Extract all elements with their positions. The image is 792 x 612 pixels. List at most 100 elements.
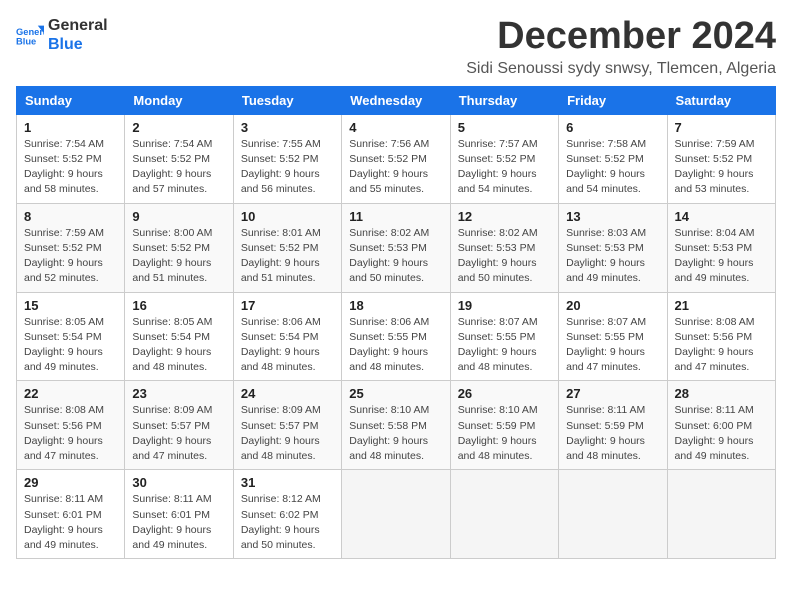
logo-line1: General	[48, 16, 108, 35]
day-cell	[450, 470, 558, 559]
logo: General Blue General Blue	[16, 16, 108, 54]
day-cell: 13Sunrise: 8:03 AMSunset: 5:53 PMDayligh…	[559, 203, 667, 292]
day-number: 11	[349, 209, 442, 224]
day-info: Sunrise: 8:09 AMSunset: 5:57 PMDaylight:…	[132, 403, 225, 464]
day-info: Sunrise: 8:07 AMSunset: 5:55 PMDaylight:…	[458, 315, 551, 376]
day-number: 19	[458, 298, 551, 313]
day-cell: 3Sunrise: 7:55 AMSunset: 5:52 PMDaylight…	[233, 114, 341, 203]
day-cell: 18Sunrise: 8:06 AMSunset: 5:55 PMDayligh…	[342, 292, 450, 381]
day-info: Sunrise: 7:59 AMSunset: 5:52 PMDaylight:…	[675, 137, 768, 198]
day-cell: 21 Sunrise: 8:08 AMSunset: 5:56 PMDayligh…	[667, 292, 775, 381]
day-cell: 12 Sunrise: 8:02 AMSunset: 5:53 PMDayligh…	[450, 203, 558, 292]
day-info: Sunrise: 8:07 AMSunset: 5:55 PMDaylight:…	[566, 315, 659, 376]
day-info: Sunrise: 8:01 AMSunset: 5:52 PMDaylight:…	[241, 226, 334, 287]
day-number: 4	[349, 120, 442, 135]
day-cell: 10 Sunrise: 8:01 AMSunset: 5:52 PMDayligh…	[233, 203, 341, 292]
day-cell: 8Sunrise: 7:59 AMSunset: 5:52 PMDaylight…	[17, 203, 125, 292]
day-cell: 5Sunrise: 7:57 AMSunset: 5:52 PMDaylight…	[450, 114, 558, 203]
day-info: Sunrise: 8:11 AMSunset: 5:59 PMDaylight:…	[566, 403, 659, 464]
day-cell: 11 Sunrise: 8:02 AMSunset: 5:53 PMDayligh…	[342, 203, 450, 292]
day-number: 25	[349, 386, 442, 401]
day-number: 29	[24, 475, 117, 490]
day-number: 2	[132, 120, 225, 135]
week-row-1: 1 Sunrise: 7:54 AMSunset: 5:52 PMDaylight…	[17, 114, 776, 203]
day-number: 17	[241, 298, 334, 313]
day-info: Sunrise: 8:06 AMSunset: 5:55 PMDaylight:…	[349, 315, 442, 376]
day-number: 23	[132, 386, 225, 401]
day-number: 1	[24, 120, 117, 135]
week-row-3: 15Sunrise: 8:05 AMSunset: 5:54 PMDayligh…	[17, 292, 776, 381]
day-number: 28	[675, 386, 768, 401]
day-cell: 25Sunrise: 8:10 AMSunset: 5:58 PMDayligh…	[342, 381, 450, 470]
day-cell: 16 Sunrise: 8:05 AMSunset: 5:54 PMDayligh…	[125, 292, 233, 381]
logo-icon: General Blue	[16, 21, 44, 49]
day-info: Sunrise: 8:12 AMSunset: 6:02 PMDaylight:…	[241, 492, 334, 553]
day-number: 22	[24, 386, 117, 401]
logo-line2: Blue	[48, 35, 108, 54]
day-number: 24	[241, 386, 334, 401]
day-info: Sunrise: 8:02 AMSunset: 5:53 PMDaylight:…	[458, 226, 551, 287]
day-number: 10	[241, 209, 334, 224]
svg-text:Blue: Blue	[16, 37, 36, 47]
day-number: 9	[132, 209, 225, 224]
day-number: 21	[675, 298, 768, 313]
day-number: 7	[675, 120, 768, 135]
day-info: Sunrise: 8:09 AMSunset: 5:57 PMDaylight:…	[241, 403, 334, 464]
day-cell	[667, 470, 775, 559]
week-row-4: 22 Sunrise: 8:08 AMSunset: 5:56 PMDayligh…	[17, 381, 776, 470]
day-info: Sunrise: 7:58 AMSunset: 5:52 PMDaylight:…	[566, 137, 659, 198]
calendar-title: December 2024	[466, 16, 776, 58]
header-wednesday: Wednesday	[342, 86, 450, 114]
day-number: 13	[566, 209, 659, 224]
day-number: 16	[132, 298, 225, 313]
day-cell: 30Sunrise: 8:11 AMSunset: 6:01 PMDayligh…	[125, 470, 233, 559]
day-cell: 27 Sunrise: 8:11 AMSunset: 5:59 PMDayligh…	[559, 381, 667, 470]
day-number: 20	[566, 298, 659, 313]
day-info: Sunrise: 7:54 AMSunset: 5:52 PMDaylight:…	[132, 137, 225, 198]
day-number: 12	[458, 209, 551, 224]
title-area: December 2024 Sidi Senoussi sydy snwsy, …	[466, 16, 776, 78]
day-cell: 9 Sunrise: 8:00 AMSunset: 5:52 PMDaylight…	[125, 203, 233, 292]
day-cell	[559, 470, 667, 559]
calendar-table: SundayMondayTuesdayWednesdayThursdayFrid…	[16, 86, 776, 559]
day-cell: 29 Sunrise: 8:11 AMSunset: 6:01 PMDayligh…	[17, 470, 125, 559]
day-info: Sunrise: 8:10 AMSunset: 5:59 PMDaylight:…	[458, 403, 551, 464]
day-info: Sunrise: 7:56 AMSunset: 5:52 PMDaylight:…	[349, 137, 442, 198]
page-header: General Blue General Blue December 2024 …	[16, 16, 776, 78]
header-tuesday: Tuesday	[233, 86, 341, 114]
day-info: Sunrise: 7:57 AMSunset: 5:52 PMDaylight:…	[458, 137, 551, 198]
day-info: Sunrise: 8:05 AMSunset: 5:54 PMDaylight:…	[132, 315, 225, 376]
day-cell: 14 Sunrise: 8:04 AMSunset: 5:53 PMDayligh…	[667, 203, 775, 292]
day-info: Sunrise: 8:08 AMSunset: 5:56 PMDaylight:…	[675, 315, 768, 376]
day-number: 31	[241, 475, 334, 490]
day-info: Sunrise: 8:11 AMSunset: 6:01 PMDaylight:…	[24, 492, 117, 553]
day-info: Sunrise: 8:04 AMSunset: 5:53 PMDaylight:…	[675, 226, 768, 287]
day-info: Sunrise: 8:00 AMSunset: 5:52 PMDaylight:…	[132, 226, 225, 287]
day-cell: 28 Sunrise: 8:11 AMSunset: 6:00 PMDayligh…	[667, 381, 775, 470]
day-cell	[342, 470, 450, 559]
header-thursday: Thursday	[450, 86, 558, 114]
day-number: 14	[675, 209, 768, 224]
day-cell: 24 Sunrise: 8:09 AMSunset: 5:57 PMDayligh…	[233, 381, 341, 470]
day-info: Sunrise: 8:11 AMSunset: 6:00 PMDaylight:…	[675, 403, 768, 464]
day-cell: 2 Sunrise: 7:54 AMSunset: 5:52 PMDaylight…	[125, 114, 233, 203]
week-row-5: 29 Sunrise: 8:11 AMSunset: 6:01 PMDayligh…	[17, 470, 776, 559]
day-cell: 1 Sunrise: 7:54 AMSunset: 5:52 PMDaylight…	[17, 114, 125, 203]
day-cell: 19 Sunrise: 8:07 AMSunset: 5:55 PMDayligh…	[450, 292, 558, 381]
day-info: Sunrise: 7:54 AMSunset: 5:52 PMDaylight:…	[24, 137, 117, 198]
day-info: Sunrise: 8:06 AMSunset: 5:54 PMDaylight:…	[241, 315, 334, 376]
day-number: 27	[566, 386, 659, 401]
day-info: Sunrise: 8:02 AMSunset: 5:53 PMDaylight:…	[349, 226, 442, 287]
day-info: Sunrise: 8:05 AMSunset: 5:54 PMDaylight:…	[24, 315, 117, 376]
day-cell: 4 Sunrise: 7:56 AMSunset: 5:52 PMDaylight…	[342, 114, 450, 203]
day-info: Sunrise: 8:08 AMSunset: 5:56 PMDaylight:…	[24, 403, 117, 464]
day-cell: 6 Sunrise: 7:58 AMSunset: 5:52 PMDaylight…	[559, 114, 667, 203]
calendar-header-row: SundayMondayTuesdayWednesdayThursdayFrid…	[17, 86, 776, 114]
day-number: 6	[566, 120, 659, 135]
calendar-subtitle: Sidi Senoussi sydy snwsy, Tlemcen, Alger…	[466, 60, 776, 78]
day-cell: 22 Sunrise: 8:08 AMSunset: 5:56 PMDayligh…	[17, 381, 125, 470]
day-number: 3	[241, 120, 334, 135]
day-info: Sunrise: 7:59 AMSunset: 5:52 PMDaylight:…	[24, 226, 117, 287]
header-saturday: Saturday	[667, 86, 775, 114]
calendar-body: 1 Sunrise: 7:54 AMSunset: 5:52 PMDaylight…	[17, 114, 776, 558]
